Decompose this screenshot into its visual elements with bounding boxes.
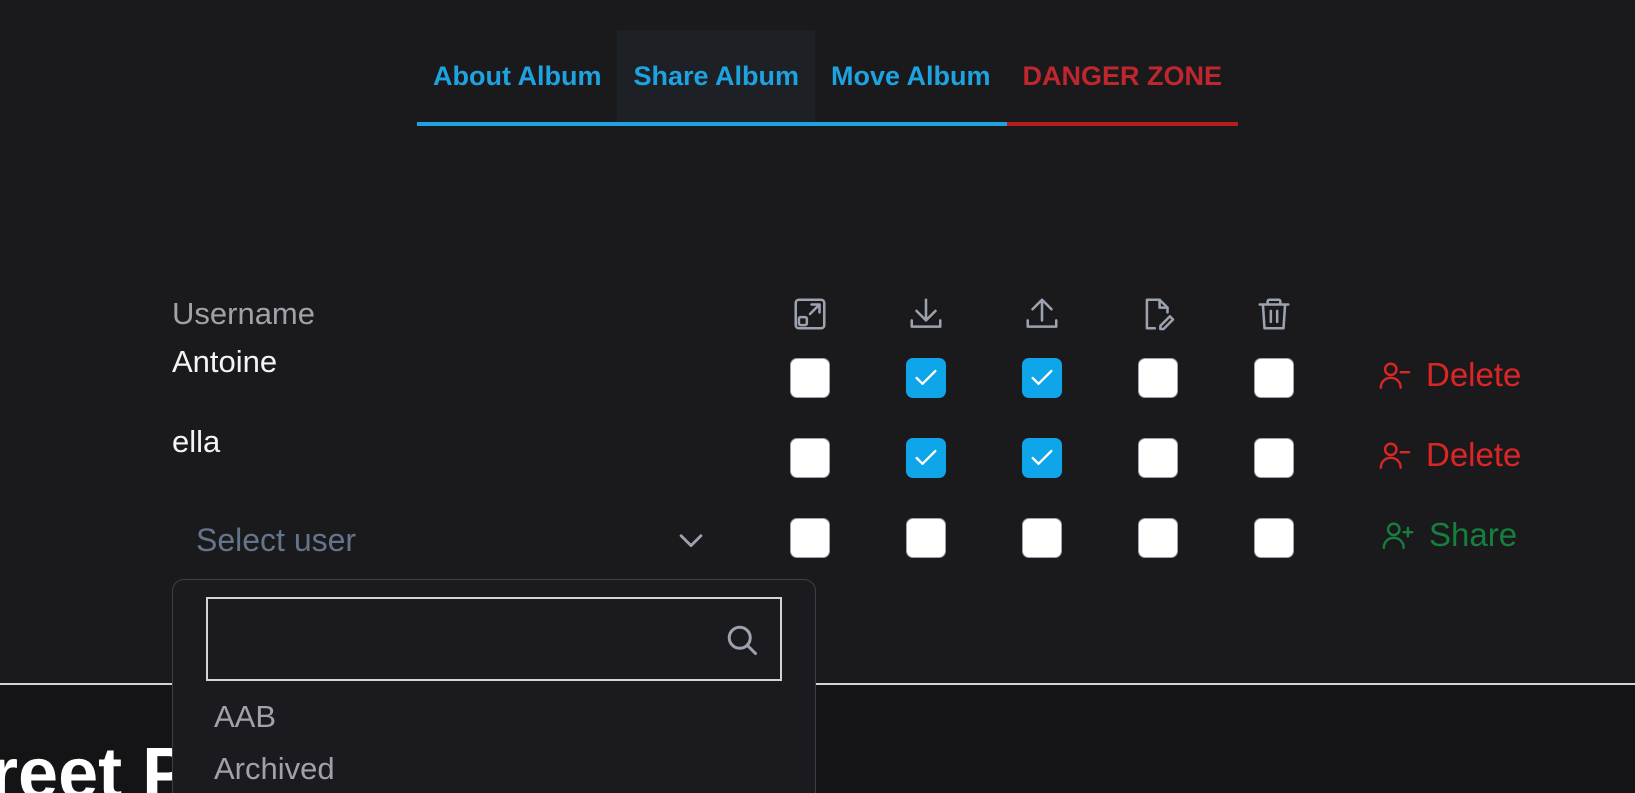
select-user-placeholder: Select user bbox=[196, 521, 357, 558]
username-column-header: Username bbox=[172, 296, 315, 331]
check-icon bbox=[915, 369, 937, 385]
chevron-down-icon bbox=[679, 534, 703, 548]
check-icon bbox=[1031, 369, 1053, 385]
dropdown-option[interactable]: AAB bbox=[214, 699, 276, 735]
album-settings-page: About Album Share Album Move Album DANGE… bbox=[0, 0, 1635, 793]
search-icon bbox=[727, 625, 757, 655]
download-icon bbox=[907, 295, 945, 333]
permission-checkbox-open[interactable] bbox=[790, 518, 830, 558]
delete-label: Delete bbox=[1426, 356, 1522, 393]
dropdown-search-box bbox=[206, 597, 782, 681]
check-icon bbox=[1031, 449, 1053, 465]
permission-checkbox-edit[interactable] bbox=[1138, 438, 1178, 478]
upload-icon bbox=[1023, 295, 1061, 333]
permission-checkbox-delete[interactable] bbox=[1254, 358, 1294, 398]
permission-checkbox-delete[interactable] bbox=[1254, 438, 1294, 478]
open-external-icon bbox=[791, 295, 829, 333]
footer-heading: reet P bbox=[0, 734, 191, 793]
permission-checkbox-open[interactable] bbox=[790, 438, 830, 478]
permission-checkbox-upload[interactable] bbox=[1022, 358, 1062, 398]
share-label: Share bbox=[1429, 516, 1518, 553]
permission-checkbox-delete[interactable] bbox=[1254, 518, 1294, 558]
delete-label: Delete bbox=[1426, 436, 1522, 473]
delete-share-button[interactable]: Delete bbox=[1378, 436, 1521, 474]
shared-user-name: Antoine bbox=[172, 344, 278, 379]
share-button[interactable]: Share bbox=[1381, 516, 1517, 554]
shared-user-name: ella bbox=[172, 424, 221, 459]
permission-checkbox-edit[interactable] bbox=[1138, 358, 1178, 398]
permission-checkbox-open[interactable] bbox=[790, 358, 830, 398]
delete-share-button[interactable]: Delete bbox=[1378, 356, 1521, 394]
user-minus-icon bbox=[1379, 442, 1411, 469]
permission-checkbox-download[interactable] bbox=[906, 438, 946, 478]
trash-icon bbox=[1255, 295, 1293, 333]
select-user-dropdown[interactable]: Select user bbox=[172, 510, 732, 570]
permission-checkbox-upload[interactable] bbox=[1022, 518, 1062, 558]
dropdown-search-input[interactable] bbox=[208, 599, 780, 679]
permission-checkbox-download[interactable] bbox=[906, 518, 946, 558]
permission-checkbox-download[interactable] bbox=[906, 358, 946, 398]
file-edit-icon bbox=[1139, 295, 1177, 333]
user-minus-icon bbox=[1379, 362, 1411, 389]
permission-checkbox-upload[interactable] bbox=[1022, 438, 1062, 478]
user-dropdown-panel: AAB Archived bbox=[172, 579, 816, 793]
check-icon bbox=[915, 449, 937, 465]
permission-checkbox-edit[interactable] bbox=[1138, 518, 1178, 558]
user-plus-icon bbox=[1382, 522, 1414, 549]
dropdown-option[interactable]: Archived bbox=[214, 751, 335, 787]
